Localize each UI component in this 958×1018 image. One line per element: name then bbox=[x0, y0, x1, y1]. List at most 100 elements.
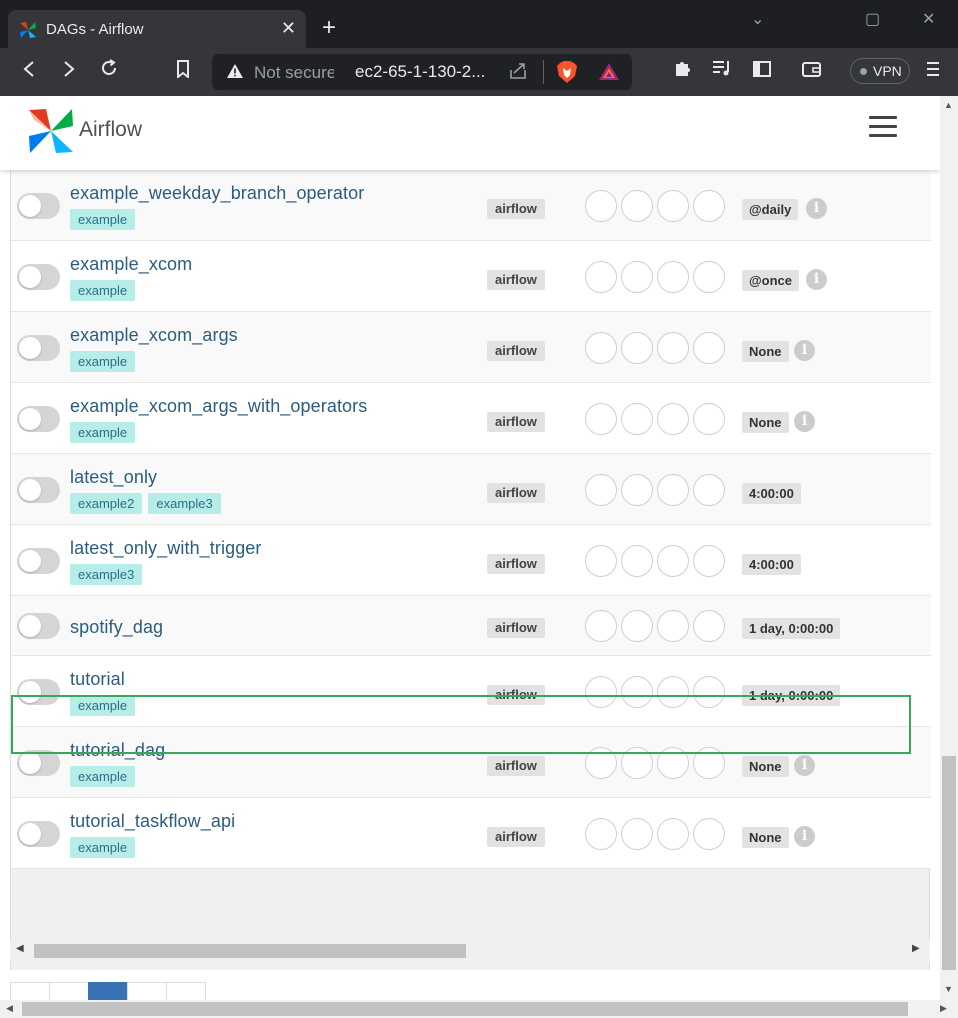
dag-name-link[interactable]: spotify_dag bbox=[70, 617, 163, 638]
scrollbar-thumb[interactable] bbox=[34, 944, 466, 958]
dag-owner-badge[interactable]: airflow bbox=[487, 483, 545, 503]
app-logo-text[interactable]: Airflow bbox=[79, 118, 142, 142]
back-icon[interactable] bbox=[15, 58, 43, 86]
dag-tag[interactable]: example2 bbox=[70, 493, 143, 514]
run-state-circle[interactable] bbox=[585, 190, 617, 222]
dag-owner-badge[interactable]: airflow bbox=[487, 685, 545, 705]
run-state-circle[interactable] bbox=[657, 818, 689, 850]
media-playlist-icon[interactable] bbox=[708, 58, 736, 86]
dag-owner-badge[interactable]: airflow bbox=[487, 412, 545, 432]
schedule-info-icon[interactable]: i bbox=[794, 340, 815, 361]
dag-schedule-badge[interactable]: @once bbox=[742, 270, 800, 291]
browser-menu-icon[interactable] bbox=[919, 58, 947, 86]
dag-name-link[interactable]: latest_only_with_trigger bbox=[70, 538, 262, 559]
dag-name-link[interactable]: tutorial bbox=[70, 669, 125, 690]
page-scroll-right-arrow-icon[interactable]: ▶ bbox=[940, 1003, 947, 1014]
dag-owner-badge[interactable]: airflow bbox=[487, 270, 545, 290]
run-state-circle[interactable] bbox=[585, 610, 617, 642]
reload-icon[interactable] bbox=[95, 58, 123, 86]
dag-tag[interactable]: example bbox=[70, 837, 136, 858]
dag-schedule-badge[interactable]: None bbox=[742, 412, 789, 433]
dag-pause-toggle[interactable] bbox=[17, 335, 60, 361]
run-state-circle[interactable] bbox=[693, 818, 725, 850]
dag-pause-toggle[interactable] bbox=[17, 193, 60, 219]
run-state-circle[interactable] bbox=[693, 545, 725, 577]
dag-tag[interactable]: example bbox=[70, 695, 136, 716]
schedule-info-icon[interactable]: i bbox=[806, 269, 827, 290]
dag-tag[interactable]: example bbox=[70, 209, 136, 230]
page-horizontal-scrollbar-thumb[interactable] bbox=[22, 1002, 908, 1016]
run-state-circle[interactable] bbox=[657, 676, 689, 708]
page-vertical-scrollbar[interactable]: ▲ ▼ bbox=[940, 96, 958, 1000]
dag-pause-toggle[interactable] bbox=[17, 406, 60, 432]
run-state-circle[interactable] bbox=[693, 190, 725, 222]
schedule-info-icon[interactable]: i bbox=[806, 198, 827, 219]
dag-tag[interactable]: example bbox=[70, 351, 136, 372]
dag-tag[interactable]: example3 bbox=[70, 564, 143, 585]
table-horizontal-scrollbar[interactable]: ◀ ▶ bbox=[10, 940, 930, 962]
dag-schedule-badge[interactable]: None bbox=[742, 341, 789, 362]
vertical-scrollbar-thumb[interactable] bbox=[942, 756, 956, 970]
pagination-last[interactable] bbox=[166, 982, 206, 1000]
dag-tag[interactable]: example bbox=[70, 766, 136, 787]
run-state-circle[interactable] bbox=[585, 747, 617, 779]
dag-schedule-badge[interactable]: 1 day, 0:00:00 bbox=[742, 618, 841, 639]
run-state-circle[interactable] bbox=[585, 403, 617, 435]
brave-rewards-icon[interactable] bbox=[598, 61, 620, 83]
tab-close-icon[interactable]: ✕ bbox=[281, 18, 296, 39]
page-scroll-left-arrow-icon[interactable]: ◀ bbox=[6, 1003, 13, 1014]
dag-schedule-badge[interactable]: None bbox=[742, 756, 789, 777]
vpn-button[interactable]: VPN bbox=[850, 58, 910, 84]
pagination-page-active[interactable] bbox=[88, 982, 128, 1000]
dag-name-link[interactable]: example_xcom bbox=[70, 254, 192, 275]
run-state-circle[interactable] bbox=[693, 610, 725, 642]
url-text[interactable]: ec2-65-1-130-2... bbox=[355, 62, 485, 82]
airflow-logo-icon[interactable] bbox=[28, 108, 74, 154]
dag-owner-badge[interactable]: airflow bbox=[487, 618, 545, 638]
run-state-circle[interactable] bbox=[621, 818, 653, 850]
scroll-left-arrow-icon[interactable]: ◀ bbox=[16, 943, 24, 954]
dag-name-link[interactable]: example_xcom_args bbox=[70, 325, 238, 346]
share-icon[interactable] bbox=[508, 61, 528, 86]
dag-schedule-badge[interactable]: None bbox=[742, 827, 789, 848]
run-state-circle[interactable] bbox=[621, 403, 653, 435]
dag-pause-toggle[interactable] bbox=[17, 264, 60, 290]
wallet-icon[interactable] bbox=[798, 58, 826, 86]
run-state-circle[interactable] bbox=[621, 190, 653, 222]
dag-pause-toggle[interactable] bbox=[17, 613, 60, 639]
dag-name-link[interactable]: tutorial_taskflow_api bbox=[70, 811, 235, 832]
dag-owner-badge[interactable]: airflow bbox=[487, 756, 545, 776]
run-state-circle[interactable] bbox=[585, 261, 617, 293]
dag-schedule-badge[interactable]: 1 day, 0:00:00 bbox=[742, 685, 841, 706]
run-state-circle[interactable] bbox=[657, 610, 689, 642]
run-state-circle[interactable] bbox=[657, 261, 689, 293]
run-state-circle[interactable] bbox=[693, 261, 725, 293]
dag-schedule-badge[interactable]: 4:00:00 bbox=[742, 483, 801, 504]
run-state-circle[interactable] bbox=[657, 545, 689, 577]
dag-name-link[interactable]: example_weekday_branch_operator bbox=[70, 183, 364, 204]
scroll-down-arrow-icon[interactable]: ▼ bbox=[944, 984, 953, 994]
run-state-circle[interactable] bbox=[621, 261, 653, 293]
dag-owner-badge[interactable]: airflow bbox=[487, 341, 545, 361]
maximize-window-icon[interactable]: ▢ bbox=[865, 9, 880, 29]
sidebar-toggle-icon[interactable] bbox=[748, 58, 776, 86]
minimize-window-icon[interactable]: ⌄ bbox=[751, 9, 764, 29]
run-state-circle[interactable] bbox=[693, 747, 725, 779]
schedule-info-icon[interactable]: i bbox=[794, 826, 815, 847]
scroll-right-arrow-icon[interactable]: ▶ bbox=[912, 943, 920, 954]
dag-name-link[interactable]: latest_only bbox=[70, 467, 157, 488]
address-bar[interactable]: Not secure ec2-65-1-130-2... bbox=[212, 54, 632, 90]
run-state-circle[interactable] bbox=[621, 474, 653, 506]
dag-tag[interactable]: example bbox=[70, 422, 136, 443]
dag-owner-badge[interactable]: airflow bbox=[487, 199, 545, 219]
extensions-puzzle-icon[interactable] bbox=[669, 58, 697, 86]
dag-pause-toggle[interactable] bbox=[17, 750, 60, 776]
run-state-circle[interactable] bbox=[693, 403, 725, 435]
schedule-info-icon[interactable]: i bbox=[794, 755, 815, 776]
run-state-circle[interactable] bbox=[621, 747, 653, 779]
run-state-circle[interactable] bbox=[693, 332, 725, 364]
dag-tag[interactable]: example3 bbox=[148, 493, 221, 514]
run-state-circle[interactable] bbox=[585, 818, 617, 850]
dag-schedule-badge[interactable]: @daily bbox=[742, 199, 799, 220]
dag-tag[interactable]: example bbox=[70, 280, 136, 301]
